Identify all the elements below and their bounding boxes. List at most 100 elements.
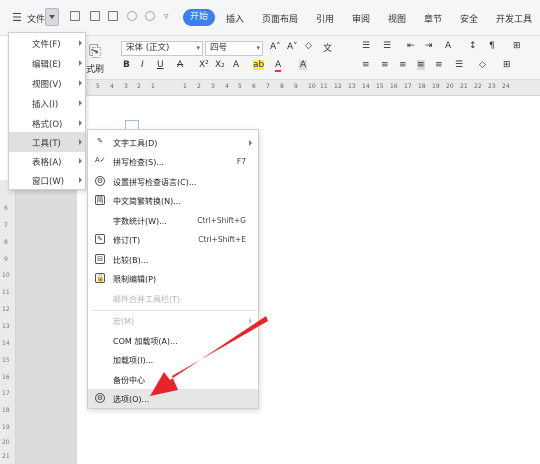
tab-security[interactable]: 安全: [460, 12, 478, 25]
ruler-number: 20: [446, 83, 454, 90]
menu-item-chinese-convert[interactable]: 简 中文简繁转换(N)...: [88, 191, 258, 210]
show-hide-icon[interactable]: ¶: [489, 41, 495, 51]
menu-item-label: 视图(V): [32, 80, 62, 90]
decrease-indent-icon[interactable]: ⇤: [407, 41, 415, 51]
shading-icon[interactable]: ◇: [479, 60, 486, 70]
menu-item-compare[interactable]: ⊟ 比较(B)...: [88, 250, 258, 269]
ruler-number: 22: [474, 83, 482, 90]
tab-developer[interactable]: 开发工具: [496, 12, 532, 25]
menu-item-label: 设置拼写检查语言(C)...: [113, 178, 197, 187]
tools-submenu: ✎ 文字工具(D) A✓ 拼写检查(S)... F7 ⚙ 设置拼写检查语言(C)…: [87, 129, 259, 409]
shortcut-label: F7: [236, 157, 246, 166]
font-size-select[interactable]: 四号: [205, 41, 263, 56]
tab-view[interactable]: 视图: [388, 12, 406, 25]
text-effect-icon[interactable]: A: [233, 60, 239, 70]
tab-layout[interactable]: 页面布局: [262, 12, 298, 25]
bullets-icon[interactable]: ☰: [362, 41, 370, 51]
chevron-right-icon: [79, 100, 82, 106]
chinese-layout-icon[interactable]: A: [445, 41, 451, 51]
app-menu-item-edit[interactable]: 编辑(E): [9, 53, 85, 73]
print-icon[interactable]: [90, 11, 100, 21]
menu-item-word-count[interactable]: 字数统计(W)... Ctrl+Shift+G: [88, 211, 258, 230]
borders-icon[interactable]: ⊞: [503, 60, 511, 70]
menu-item-spell-check[interactable]: A✓ 拼写检查(S)... F7: [88, 152, 258, 171]
italic-icon[interactable]: I: [141, 60, 144, 70]
menu-item-addins[interactable]: 加载项(I)...: [88, 350, 258, 369]
align-right-icon[interactable]: ≡: [399, 60, 407, 70]
strikethrough-icon[interactable]: A: [177, 60, 183, 70]
menu-item-options[interactable]: ⚙ 选项(O)...: [88, 389, 258, 408]
format-painter-label[interactable]: 式刷: [86, 62, 104, 75]
phonetic-icon[interactable]: 文: [323, 41, 332, 54]
app-menu-item-insert[interactable]: 插入(I): [9, 93, 85, 113]
menu-item-mail-merge: 邮件合并工具栏(T): [88, 289, 258, 308]
menu-item-spell-language[interactable]: ⚙ 设置拼写检查语言(C)...: [88, 172, 258, 191]
align-center-icon[interactable]: ≡: [381, 60, 389, 70]
grow-font-icon[interactable]: A˄: [270, 42, 281, 52]
underline-icon[interactable]: U: [157, 60, 164, 70]
font-color-icon[interactable]: A: [275, 60, 282, 72]
ruler-number: 11: [2, 289, 10, 296]
line-spacing-icon[interactable]: ☰: [455, 60, 463, 70]
tab-insert[interactable]: 插入: [226, 12, 244, 25]
align-left-icon[interactable]: ≡: [362, 60, 370, 70]
ruler-number: 1: [183, 83, 187, 90]
menu-item-com-addins[interactable]: COM 加载项(A)...: [88, 331, 258, 350]
app-menu-item-tools[interactable]: 工具(T): [9, 132, 85, 152]
ruler-number: 16: [2, 374, 10, 381]
app-menu-item-file[interactable]: 文件(F): [9, 33, 85, 53]
menu-item-label: 中文简繁转换(N)...: [113, 197, 181, 206]
text-tool-icon: ✎: [97, 137, 103, 145]
format-painter-icon[interactable]: ⎘: [89, 42, 101, 60]
horizontal-ruler[interactable]: 5 4 3 2 1 1 2 3 4 5 6 7 8 9 10 11 12 13 …: [77, 80, 540, 96]
tab-sections[interactable]: 章节: [424, 12, 442, 25]
app-menu-item-table[interactable]: 表格(A): [9, 151, 85, 171]
redo-icon[interactable]: [145, 11, 155, 21]
subscript-icon[interactable]: X₂: [215, 60, 225, 70]
menu-icon[interactable]: ☰: [12, 11, 22, 24]
justify-icon[interactable]: ≡: [417, 60, 425, 70]
increase-indent-icon[interactable]: ⇥: [425, 41, 433, 51]
file-dropdown-button[interactable]: [45, 8, 59, 26]
table-icon[interactable]: ⊞: [513, 41, 521, 51]
app-menu-item-window[interactable]: 窗口(W): [9, 170, 85, 190]
compare-icon: ⊟: [95, 254, 105, 264]
menu-item-text-tools[interactable]: ✎ 文字工具(D): [88, 133, 258, 152]
ruler-number: 15: [2, 357, 10, 364]
ruler-number: 14: [362, 83, 370, 90]
ruler-number: 9: [4, 256, 8, 263]
vertical-ruler[interactable]: 6 7 8 9 10 11 12 13 14 15 16 17 18 19 20…: [0, 180, 16, 464]
file-menu[interactable]: 文件: [27, 12, 45, 25]
app-menu-item-view[interactable]: 视图(V): [9, 73, 85, 93]
clear-format-icon[interactable]: ◇: [305, 41, 312, 51]
ruler-number: 13: [348, 83, 356, 90]
tab-references[interactable]: 引用: [316, 12, 334, 25]
save-icon[interactable]: [70, 11, 80, 21]
numbering-icon[interactable]: ☰: [383, 41, 391, 51]
menu-item-label: 加载项(I)...: [113, 356, 154, 365]
ruler-number: 4: [225, 83, 229, 90]
menu-item-label: 邮件合并工具栏(T): [113, 295, 181, 304]
chevron-right-icon: [79, 120, 82, 126]
tab-review[interactable]: 审阅: [352, 12, 370, 25]
print-preview-icon[interactable]: [108, 11, 118, 21]
app-menu-item-format[interactable]: 格式(O): [9, 113, 85, 133]
menu-item-label: 工具(T): [32, 139, 61, 149]
sort-icon[interactable]: ↕: [469, 41, 477, 51]
bold-icon[interactable]: B: [123, 60, 130, 70]
superscript-icon[interactable]: X²: [199, 60, 209, 70]
ruler-number: 3: [211, 83, 215, 90]
menu-item-restrict-edit[interactable]: 🔒 限制编辑(P): [88, 269, 258, 288]
quick-access-dropdown-icon[interactable]: ▿: [164, 12, 169, 22]
menu-item-revision[interactable]: ✎ 修订(T) Ctrl+Shift+E: [88, 230, 258, 249]
font-name-select[interactable]: 宋体 (正文): [121, 41, 203, 56]
char-shading-icon[interactable]: A: [299, 60, 308, 70]
ruler-number: 4: [110, 83, 114, 90]
shrink-font-icon[interactable]: A˅: [287, 42, 298, 52]
highlight-icon[interactable]: ab: [253, 60, 265, 70]
ruler-number: 5: [96, 83, 100, 90]
tab-start[interactable]: 开始: [183, 9, 215, 26]
undo-icon[interactable]: [127, 11, 137, 21]
distributed-icon[interactable]: ≡: [435, 60, 443, 70]
menu-item-backup-center[interactable]: 备份中心: [88, 370, 258, 389]
